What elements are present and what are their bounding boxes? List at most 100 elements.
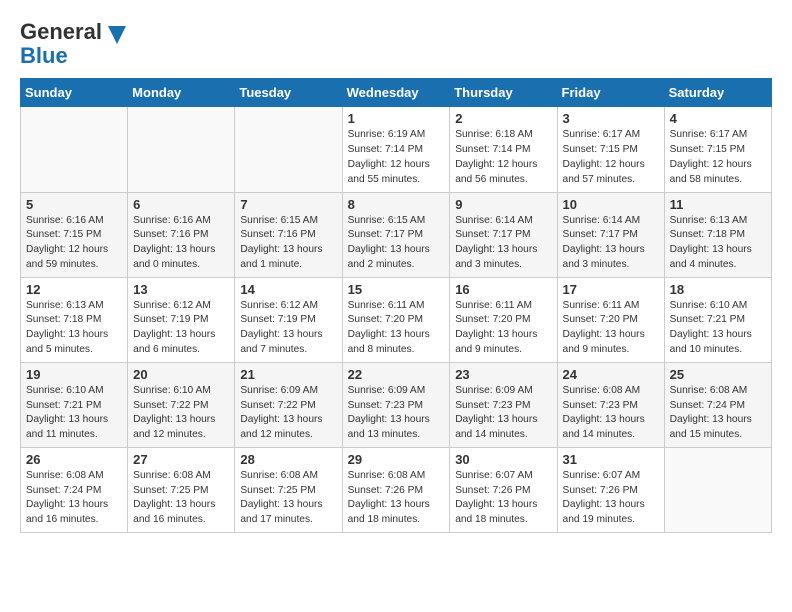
calendar-header-row: SundayMondayTuesdayWednesdayThursdayFrid… xyxy=(21,79,772,107)
day-info: Sunrise: 6:09 AM Sunset: 7:22 PM Dayligh… xyxy=(240,384,336,443)
day-info: Sunrise: 6:08 AM Sunset: 7:25 PM Dayligh… xyxy=(133,469,229,528)
day-info: Sunrise: 6:14 AM Sunset: 7:17 PM Dayligh… xyxy=(563,214,659,273)
calendar-cell xyxy=(128,107,235,192)
calendar-cell: 27 Sunrise: 6:08 AM Sunset: 7:25 PM Dayli… xyxy=(128,447,235,532)
weekday-header-saturday: Saturday xyxy=(664,79,771,107)
calendar-cell: 25 Sunrise: 6:08 AM Sunset: 7:24 PM Dayli… xyxy=(664,362,771,447)
calendar-cell xyxy=(664,447,771,532)
day-info: Sunrise: 6:12 AM Sunset: 7:19 PM Dayligh… xyxy=(240,299,336,358)
logo-wordmark: General Blue xyxy=(20,20,126,68)
day-info: Sunrise: 6:11 AM Sunset: 7:20 PM Dayligh… xyxy=(348,299,445,358)
day-info: Sunrise: 6:15 AM Sunset: 7:17 PM Dayligh… xyxy=(348,214,445,273)
day-number: 1 xyxy=(348,111,445,126)
day-number: 25 xyxy=(670,367,766,382)
logo: General Blue xyxy=(20,20,126,68)
calendar-cell: 12Sunrise: 6:13 AM Sunset: 7:18 PM Dayli… xyxy=(21,277,128,362)
calendar-cell: 20Sunrise: 6:10 AM Sunset: 7:22 PM Dayli… xyxy=(128,362,235,447)
day-info: Sunrise: 6:12 AM Sunset: 7:19 PM Dayligh… xyxy=(133,299,229,358)
day-number: 26 xyxy=(26,452,122,467)
calendar-week-row: 1 Sunrise: 6:19 AM Sunset: 7:14 PM Daylig… xyxy=(21,107,772,192)
calendar-cell xyxy=(235,107,342,192)
calendar-cell: 10 Sunrise: 6:14 AM Sunset: 7:17 PM Dayli… xyxy=(557,192,664,277)
day-number: 19 xyxy=(26,367,122,382)
day-number: 21 xyxy=(240,367,336,382)
calendar-table: SundayMondayTuesdayWednesdayThursdayFrid… xyxy=(20,78,772,533)
day-info: Sunrise: 6:08 AM Sunset: 7:26 PM Dayligh… xyxy=(348,469,445,528)
calendar-cell: 19 Sunrise: 6:10 AM Sunset: 7:21 PM Dayli… xyxy=(21,362,128,447)
day-info: Sunrise: 6:16 AM Sunset: 7:15 PM Dayligh… xyxy=(26,214,122,273)
day-info: Sunrise: 6:08 AM Sunset: 7:24 PM Dayligh… xyxy=(26,469,122,528)
day-number: 7 xyxy=(240,197,336,212)
weekday-header-wednesday: Wednesday xyxy=(342,79,450,107)
day-number: 12 xyxy=(26,282,122,297)
calendar-cell: 26 Sunrise: 6:08 AM Sunset: 7:24 PM Dayli… xyxy=(21,447,128,532)
calendar-cell: 22Sunrise: 6:09 AM Sunset: 7:23 PM Dayli… xyxy=(342,362,450,447)
day-number: 10 xyxy=(563,197,659,212)
day-number: 14 xyxy=(240,282,336,297)
day-number: 29 xyxy=(348,452,445,467)
logo-triangle-icon xyxy=(108,26,126,44)
calendar-cell: 28 Sunrise: 6:08 AM Sunset: 7:25 PM Dayli… xyxy=(235,447,342,532)
day-info: Sunrise: 6:08 AM Sunset: 7:23 PM Dayligh… xyxy=(563,384,659,443)
day-number: 28 xyxy=(240,452,336,467)
calendar-cell: 2 Sunrise: 6:18 AM Sunset: 7:14 PM Daylig… xyxy=(450,107,557,192)
day-info: Sunrise: 6:19 AM Sunset: 7:14 PM Dayligh… xyxy=(348,128,445,187)
calendar-cell xyxy=(21,107,128,192)
day-number: 15 xyxy=(348,282,445,297)
day-number: 17 xyxy=(563,282,659,297)
day-info: Sunrise: 6:07 AM Sunset: 7:26 PM Dayligh… xyxy=(563,469,659,528)
calendar-cell: 17 Sunrise: 6:11 AM Sunset: 7:20 PM Dayli… xyxy=(557,277,664,362)
day-info: Sunrise: 6:17 AM Sunset: 7:15 PM Dayligh… xyxy=(563,128,659,187)
day-number: 18 xyxy=(670,282,766,297)
day-info: Sunrise: 6:07 AM Sunset: 7:26 PM Dayligh… xyxy=(455,469,551,528)
day-info: Sunrise: 6:10 AM Sunset: 7:21 PM Dayligh… xyxy=(670,299,766,358)
weekday-header-thursday: Thursday xyxy=(450,79,557,107)
calendar-cell: 5 Sunrise: 6:16 AM Sunset: 7:15 PM Daylig… xyxy=(21,192,128,277)
calendar-week-row: 12Sunrise: 6:13 AM Sunset: 7:18 PM Dayli… xyxy=(21,277,772,362)
calendar-cell: 9 Sunrise: 6:14 AM Sunset: 7:17 PM Daylig… xyxy=(450,192,557,277)
day-number: 24 xyxy=(563,367,659,382)
day-number: 13 xyxy=(133,282,229,297)
calendar-cell: 1 Sunrise: 6:19 AM Sunset: 7:14 PM Daylig… xyxy=(342,107,450,192)
day-number: 30 xyxy=(455,452,551,467)
calendar-week-row: 19 Sunrise: 6:10 AM Sunset: 7:21 PM Dayli… xyxy=(21,362,772,447)
calendar-week-row: 5 Sunrise: 6:16 AM Sunset: 7:15 PM Daylig… xyxy=(21,192,772,277)
day-info: Sunrise: 6:15 AM Sunset: 7:16 PM Dayligh… xyxy=(240,214,336,273)
calendar-cell: 24 Sunrise: 6:08 AM Sunset: 7:23 PM Dayli… xyxy=(557,362,664,447)
calendar-cell: 23Sunrise: 6:09 AM Sunset: 7:23 PM Dayli… xyxy=(450,362,557,447)
day-number: 27 xyxy=(133,452,229,467)
day-number: 2 xyxy=(455,111,551,126)
day-info: Sunrise: 6:11 AM Sunset: 7:20 PM Dayligh… xyxy=(563,299,659,358)
calendar-cell: 18 Sunrise: 6:10 AM Sunset: 7:21 PM Dayli… xyxy=(664,277,771,362)
day-number: 6 xyxy=(133,197,229,212)
logo-general: General xyxy=(20,19,102,44)
weekday-header-friday: Friday xyxy=(557,79,664,107)
day-info: Sunrise: 6:10 AM Sunset: 7:21 PM Dayligh… xyxy=(26,384,122,443)
day-info: Sunrise: 6:10 AM Sunset: 7:22 PM Dayligh… xyxy=(133,384,229,443)
calendar-cell: 3 Sunrise: 6:17 AM Sunset: 7:15 PM Daylig… xyxy=(557,107,664,192)
calendar-cell: 31 Sunrise: 6:07 AM Sunset: 7:26 PM Dayli… xyxy=(557,447,664,532)
day-number: 31 xyxy=(563,452,659,467)
calendar-cell: 21 Sunrise: 6:09 AM Sunset: 7:22 PM Dayli… xyxy=(235,362,342,447)
calendar-cell: 11 Sunrise: 6:13 AM Sunset: 7:18 PM Dayli… xyxy=(664,192,771,277)
calendar-cell: 29 Sunrise: 6:08 AM Sunset: 7:26 PM Dayli… xyxy=(342,447,450,532)
day-number: 9 xyxy=(455,197,551,212)
calendar-cell: 14 Sunrise: 6:12 AM Sunset: 7:19 PM Dayli… xyxy=(235,277,342,362)
day-info: Sunrise: 6:09 AM Sunset: 7:23 PM Dayligh… xyxy=(348,384,445,443)
weekday-header-tuesday: Tuesday xyxy=(235,79,342,107)
day-info: Sunrise: 6:08 AM Sunset: 7:24 PM Dayligh… xyxy=(670,384,766,443)
day-number: 4 xyxy=(670,111,766,126)
day-info: Sunrise: 6:09 AM Sunset: 7:23 PM Dayligh… xyxy=(455,384,551,443)
day-info: Sunrise: 6:16 AM Sunset: 7:16 PM Dayligh… xyxy=(133,214,229,273)
day-info: Sunrise: 6:14 AM Sunset: 7:17 PM Dayligh… xyxy=(455,214,551,273)
logo-blue: Blue xyxy=(20,43,68,68)
day-number: 11 xyxy=(670,197,766,212)
day-number: 8 xyxy=(348,197,445,212)
day-number: 3 xyxy=(563,111,659,126)
calendar-cell: 4Sunrise: 6:17 AM Sunset: 7:15 PM Daylig… xyxy=(664,107,771,192)
day-info: Sunrise: 6:18 AM Sunset: 7:14 PM Dayligh… xyxy=(455,128,551,187)
day-info: Sunrise: 6:13 AM Sunset: 7:18 PM Dayligh… xyxy=(670,214,766,273)
day-info: Sunrise: 6:08 AM Sunset: 7:25 PM Dayligh… xyxy=(240,469,336,528)
day-number: 5 xyxy=(26,197,122,212)
day-number: 16 xyxy=(455,282,551,297)
